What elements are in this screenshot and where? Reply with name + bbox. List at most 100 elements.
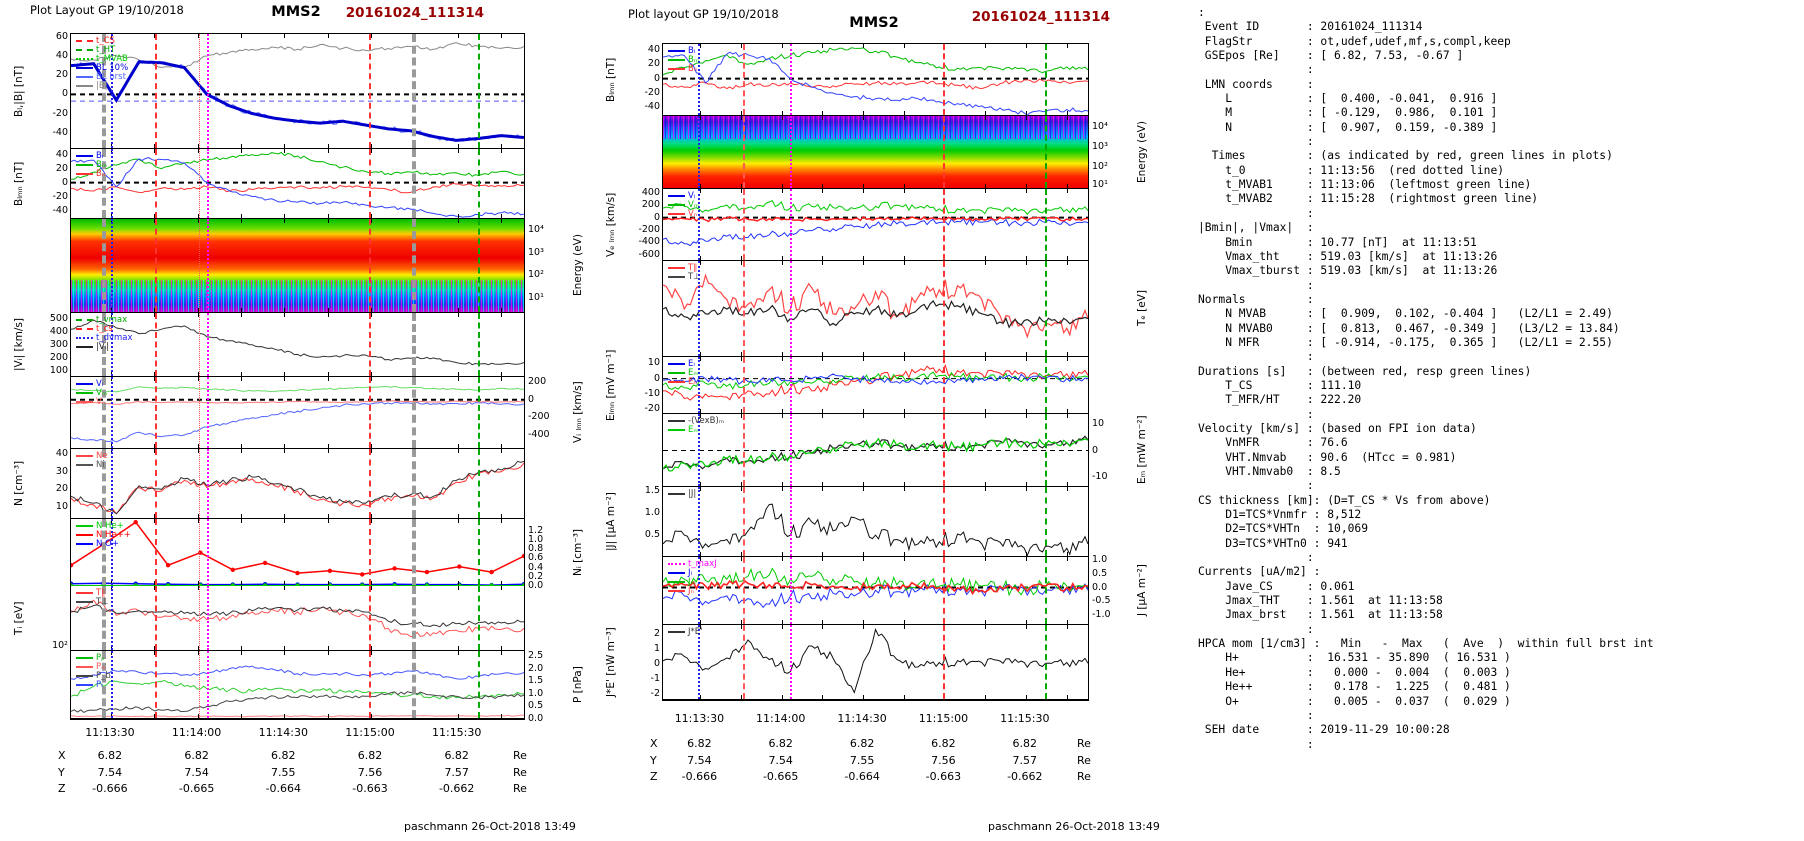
x-axis-time-label: 11:14:30 — [837, 712, 887, 725]
marker-t-mvab2 — [477, 586, 480, 650]
legend-label: t_MVAB — [96, 53, 128, 64]
legend-entry: T∥ — [668, 263, 701, 272]
table-unit: Re — [1077, 770, 1091, 783]
panel-e-lmn: 10 0 -10 -20 Eₗₘₙ [mV m⁻¹] Eₗ Eₘ Eₙ — [605, 349, 1088, 421]
x-tick-mark — [371, 519, 372, 523]
legend-label: P_b — [96, 670, 111, 681]
legend-swatch — [76, 154, 93, 157]
x-tick-mark — [1025, 414, 1027, 418]
x-tick-mark — [1025, 184, 1027, 188]
legend-entry: Vₙ — [668, 209, 699, 218]
right-tick-label: 10¹ — [1092, 179, 1108, 191]
x-tick-mark — [700, 189, 702, 193]
y-tick-label: 400 — [49, 325, 68, 337]
y-tick-label: -600 — [638, 248, 660, 260]
x-tick-mark — [985, 261, 987, 265]
table-value: -0.666 — [681, 770, 718, 783]
x-tick-mark — [1066, 625, 1068, 629]
x-tick-mark — [822, 414, 824, 418]
x-tick-mark — [944, 189, 946, 193]
legend: T∥ T⊥ — [668, 263, 701, 281]
legend-swatch — [76, 391, 93, 394]
info-line: : — [1198, 479, 1314, 493]
legend-swatch — [76, 591, 93, 594]
legend-swatch — [76, 382, 93, 385]
x-tick-mark — [863, 620, 865, 624]
legend-label: t_vmax — [96, 314, 128, 325]
x-tick-mark — [457, 34, 459, 38]
table-value: 6.82 — [931, 737, 956, 750]
marker-t-cs-right — [369, 449, 371, 518]
marker-t-cs-right — [369, 651, 371, 718]
info-line: : — [1198, 278, 1314, 292]
panel-te: Tₑ [eV] T∥ T⊥ — [663, 261, 1148, 357]
marker-t-maxj — [206, 377, 209, 448]
legend-swatch — [76, 533, 93, 536]
info-line: : — [1198, 350, 1314, 364]
right-tick-label: 0.0 — [528, 580, 544, 591]
x-tick-mark — [284, 581, 286, 585]
x-tick-mark — [944, 625, 946, 629]
legend-entry: Jₘ — [668, 577, 717, 586]
x-tick-mark — [944, 409, 946, 413]
x-axis-time-label: 11:14:00 — [755, 712, 806, 725]
marker-t-cs-right — [942, 44, 945, 115]
y-tick-label: 20 — [55, 69, 68, 81]
x-tick-mark — [944, 44, 946, 48]
x-tick-mark — [781, 352, 783, 356]
x-tick-mark — [284, 444, 286, 448]
x-tick-mark — [1025, 620, 1027, 624]
legend-entry: Vₘ — [668, 200, 699, 209]
legend-label: t_HT — [96, 44, 116, 55]
marker-t-cs-left — [742, 487, 745, 556]
legend-label: Vₗ — [688, 190, 696, 201]
legend-entry: t_maxJ — [668, 559, 717, 568]
x-tick-mark — [240, 219, 242, 223]
marker-t-dvmax — [698, 487, 701, 556]
y-tick-label: 1.5 — [644, 485, 660, 497]
x-tick-mark — [327, 514, 329, 518]
legend-swatch — [76, 600, 93, 603]
legend: -(VexB)ₘ Eₘ — [668, 416, 724, 434]
y-tick-label: 0 — [61, 88, 68, 100]
right-tick-label: 2.0 — [528, 662, 544, 674]
x-tick-mark — [863, 261, 865, 265]
x-tick-mark — [371, 372, 372, 376]
marker-t-cs-right — [942, 414, 945, 486]
marker-t-dvmax — [110, 651, 113, 718]
legend-swatch — [76, 39, 93, 42]
legend-label: |B| — [96, 80, 108, 91]
marker-t-0 — [198, 219, 200, 312]
legend-swatch — [76, 665, 93, 668]
x-tick-mark — [700, 482, 702, 486]
marker-t-cs-left — [155, 313, 158, 376]
x-tick-mark — [327, 313, 329, 317]
y-tick-label: -20 — [52, 190, 68, 202]
x-tick-mark — [944, 414, 946, 418]
x-tick-mark — [371, 444, 372, 448]
x-tick-mark — [903, 620, 905, 624]
x-tick-mark — [457, 449, 459, 453]
legend-label: Bₙ — [688, 63, 698, 74]
legend-swatch — [76, 163, 93, 166]
x-tick-mark — [903, 261, 905, 265]
legend-entry: -(VexB)ₘ — [668, 416, 724, 425]
x-tick-mark — [457, 214, 459, 218]
legend-swatch — [668, 58, 685, 61]
y-tick-label: 100 — [49, 364, 68, 376]
info-line: He++ : 0.178 - 1.225 ( 0.481 ) — [1198, 680, 1511, 694]
marker-t-maxj — [789, 44, 792, 115]
legend-entry: T∥ — [76, 588, 109, 597]
x-tick-mark — [240, 449, 242, 453]
legend-swatch — [76, 57, 93, 60]
legend: t_CS t_HT t_MVAB BL 10% BL brst |B| — [76, 36, 128, 90]
x-tick-mark — [985, 116, 987, 120]
legend-label: T∥ — [96, 587, 106, 598]
marker-t-maxj — [206, 449, 209, 518]
legend-label: N He+ — [96, 520, 124, 531]
legend-entry: Ni — [76, 460, 108, 469]
x-tick-mark — [371, 377, 372, 381]
x-tick-mark — [1025, 487, 1027, 491]
event-id-label: 20161024_111314 — [971, 9, 1110, 25]
legend-label: T⊥ — [96, 596, 109, 607]
